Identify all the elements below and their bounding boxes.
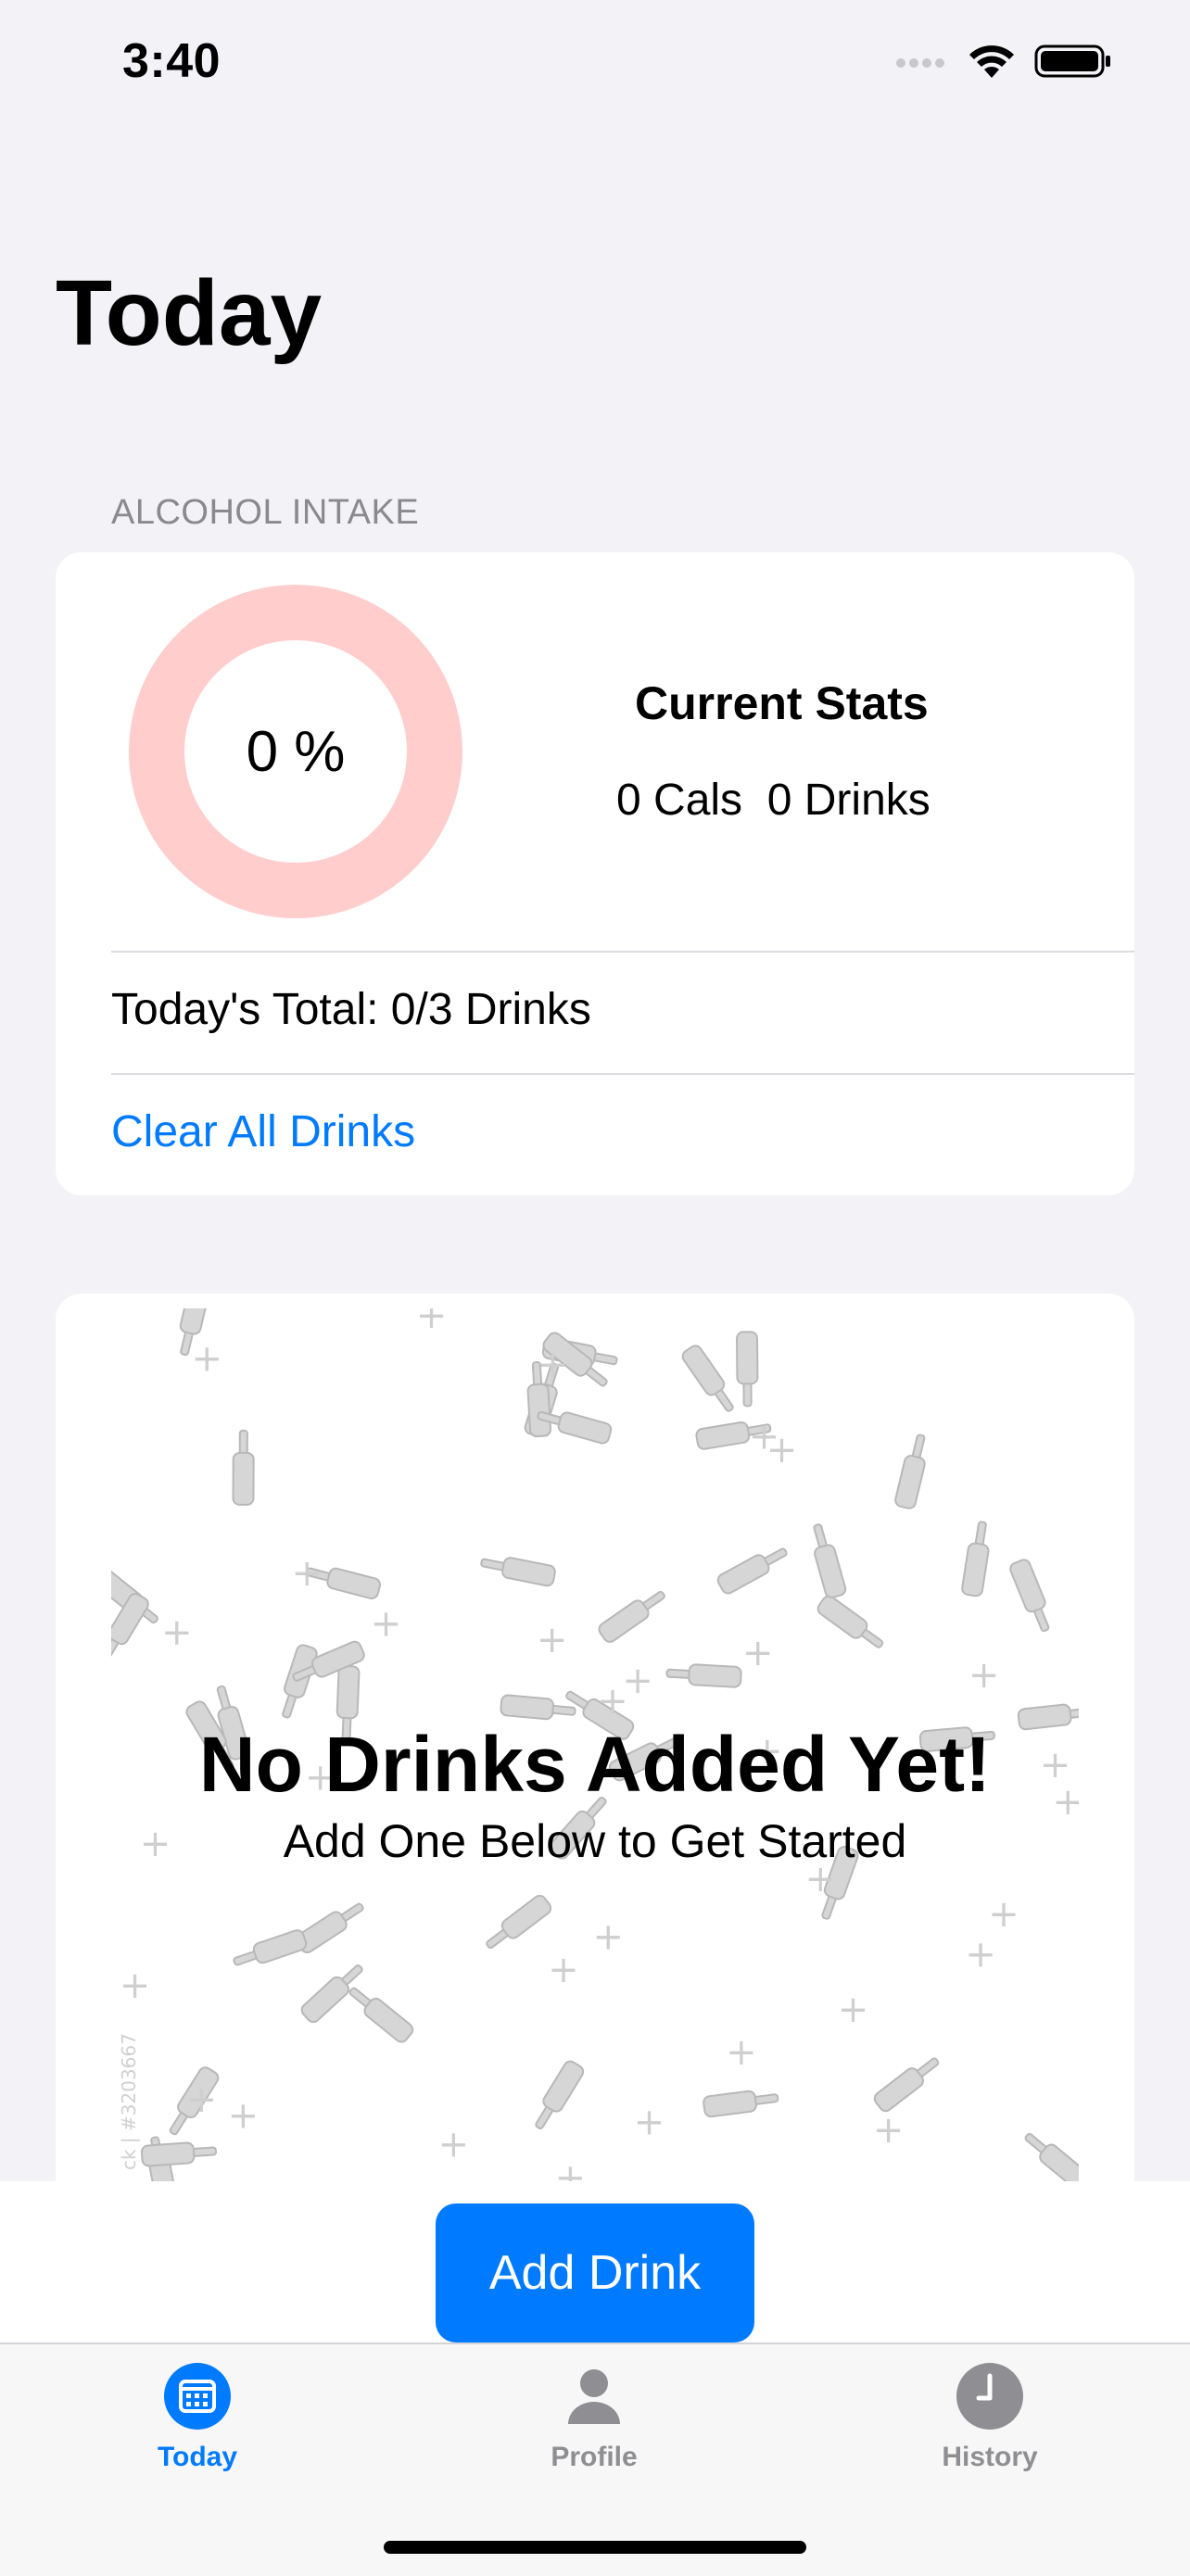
bottle-pattern-mark — [813, 1523, 847, 1598]
divider — [111, 951, 1134, 953]
stats-values: 0 Cals 0 Drinks — [616, 776, 930, 825]
stats-title: Current Stats — [635, 677, 929, 729]
clear-all-drinks-button[interactable]: Clear All Drinks — [111, 1106, 415, 1157]
plus-pattern-mark: + — [548, 1949, 579, 1991]
status-icons — [893, 43, 1112, 84]
plus-pattern-mark: + — [371, 1603, 402, 1646]
divider — [111, 1073, 1134, 1075]
bottle-pattern-mark — [598, 1590, 665, 1643]
progress-ring: 0 % — [128, 584, 463, 919]
wifi-icon — [968, 43, 1016, 84]
plus-pattern-mark: + — [593, 1916, 625, 1959]
empty-state-card: ++++++++++++++++++++++++++++++++++ck | #… — [56, 1294, 1134, 2220]
plus-pattern-mark: + — [988, 1893, 1019, 1936]
battery-icon — [1034, 43, 1112, 84]
add-drink-button[interactable]: Add Drink — [436, 2203, 754, 2342]
bottle-pattern-mark — [716, 1547, 788, 1595]
bottle-pattern-mark — [665, 1663, 742, 1688]
plus-pattern-mark: + — [726, 2031, 757, 2074]
plus-pattern-mark: + — [192, 1337, 223, 1380]
bottle-pattern-mark — [233, 1929, 308, 1966]
plus-pattern-mark: + — [538, 1344, 569, 1386]
plus-pattern-mark: + — [597, 1680, 628, 1723]
calendar-icon — [164, 2363, 231, 2434]
plus-pattern-mark: + — [742, 1632, 774, 1674]
cellular-signal-icon — [893, 52, 949, 75]
empty-state-subtitle: Add One Below to Get Started — [283, 1815, 907, 1867]
section-header: ALCOHOL INTAKE — [111, 493, 420, 532]
status-bar: 3:40 — [0, 0, 1190, 130]
plus-pattern-mark: + — [968, 1654, 1000, 1697]
bottle-pattern-mark — [535, 2060, 585, 2129]
bottle-pattern-mark — [873, 2057, 940, 2113]
bottle-pattern-mark — [140, 2141, 218, 2167]
tab-label: Profile — [551, 2442, 638, 2472]
home-indicator — [384, 2541, 806, 2554]
tab-profile[interactable]: Profile — [474, 2363, 715, 2493]
plus-pattern-mark: + — [965, 1933, 996, 1976]
bottle-pattern-mark — [282, 1644, 318, 1719]
bottle-pattern-mark — [486, 1894, 552, 1950]
bottle-pattern-mark — [480, 1557, 556, 1587]
person-icon — [561, 2363, 627, 2434]
bottle-pattern-mark — [500, 1694, 576, 1721]
bottle-pattern-mark — [736, 1331, 759, 1408]
plus-pattern-mark: + — [416, 1308, 448, 1337]
total-row: Today's Total: 0/3 Drinks — [111, 985, 591, 1034]
plus-pattern-mark: + — [537, 1619, 568, 1661]
bottle-pattern-mark — [817, 1595, 884, 1648]
tab-label: History — [942, 2442, 1038, 2472]
bottle-pattern-mark — [961, 1521, 990, 1597]
plus-pattern-mark: + — [186, 2078, 218, 2121]
tab-today[interactable]: Today — [77, 2363, 318, 2493]
plus-pattern-mark: + — [766, 1429, 798, 1471]
bottle-pattern-mark — [348, 1987, 414, 2043]
bottle-pattern-mark — [681, 1345, 734, 1412]
plus-pattern-mark: + — [838, 1989, 869, 2031]
status-time: 3:40 — [122, 34, 222, 88]
page-title: Today — [56, 261, 323, 365]
plus-pattern-mark: + — [438, 2123, 470, 2166]
bottle-pattern-mark — [703, 2090, 779, 2118]
plus-pattern-mark: + — [161, 1611, 193, 1654]
empty-state-title: No Drinks Added Yet! — [198, 1721, 992, 1808]
watermark-text: ck | #3203667 — [118, 2033, 140, 2170]
plus-pattern-mark: + — [873, 2109, 905, 2152]
plus-pattern-mark: + — [120, 1964, 151, 2007]
intake-card: 0 % Current Stats 0 Cals 0 Drinks Today'… — [56, 552, 1134, 1195]
bottle-pattern-mark — [232, 1429, 255, 1506]
plus-pattern-mark: + — [634, 2102, 665, 2144]
bottle-pattern-mark — [1009, 1559, 1050, 1633]
plus-pattern-mark: + — [228, 2095, 260, 2138]
tab-label: Today — [157, 2442, 238, 2472]
clock-icon — [956, 2363, 1023, 2434]
bottle-pattern-mark — [894, 1433, 926, 1509]
tab-history[interactable]: History — [869, 2363, 1110, 2493]
plus-pattern-mark: + — [292, 1552, 323, 1595]
ring-percent-label: 0 % — [246, 719, 346, 784]
